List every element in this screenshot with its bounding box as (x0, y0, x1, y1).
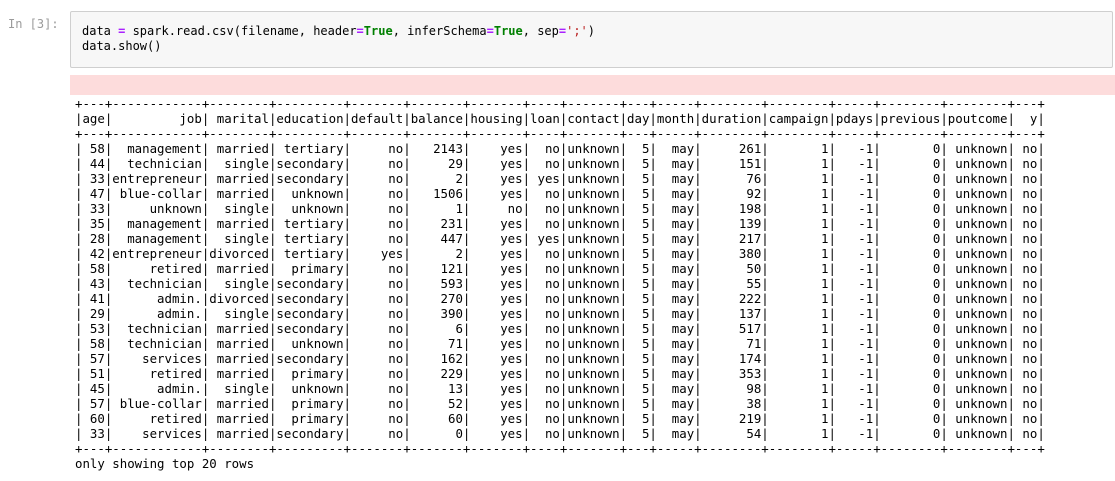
code-token: , sep (522, 24, 559, 38)
code-cell-input[interactable]: data = spark.read.csv(filename, header=T… (70, 11, 1113, 68)
code-keyword: True (363, 24, 393, 38)
code-string: ';' (566, 24, 588, 38)
code-line-1: data = spark.read.csv(filename, header=T… (82, 24, 595, 38)
code-token: spark.read.csv(filename, header (125, 24, 357, 38)
cell-output-table: +---+------------+--------+---------+---… (75, 96, 1045, 471)
code-keyword: True (493, 24, 523, 38)
code-operator: = (356, 24, 364, 38)
code-token: ) (587, 24, 596, 38)
code-operator: = (486, 24, 494, 38)
cell-prompt: In [3]: (8, 17, 59, 31)
code-token: , inferSchema (392, 24, 487, 38)
code-editor[interactable]: data = spark.read.csv(filename, header=T… (82, 24, 595, 54)
code-line-2: data.show() (82, 39, 162, 53)
code-token: data (82, 24, 119, 38)
stderr-output (70, 75, 1115, 95)
